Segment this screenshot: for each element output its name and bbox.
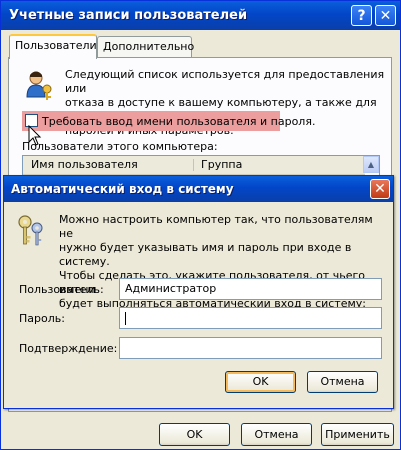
tab-users[interactable]: Пользователи [9, 34, 97, 59]
confirm-password-field[interactable] [119, 337, 382, 359]
dialog-close-button[interactable]: ✕ [370, 179, 390, 199]
dialog-title: Автоматический вход в систему [11, 182, 234, 196]
dialog-cancel-button[interactable]: Отмена [307, 371, 378, 393]
password-field[interactable] [119, 307, 382, 329]
users-list-header: Имя пользователя Группа [23, 156, 365, 175]
close-button[interactable]: ✕ [375, 5, 396, 26]
auto-logon-dialog: Автоматический вход в систему ✕ Можно на… [3, 175, 394, 409]
text-caret [125, 311, 126, 325]
scroll-up-arrow-icon[interactable]: ▲ [363, 156, 379, 173]
dialog-titlebar[interactable]: Автоматический вход в систему ✕ [4, 176, 393, 202]
password-label: Пароль: [19, 312, 65, 325]
users-icon [26, 71, 52, 100]
column-group[interactable]: Группа [201, 158, 242, 171]
column-divider [193, 159, 194, 171]
user-name-field[interactable]: Администратор [119, 278, 382, 300]
require-password-label[interactable]: Требовать ввод имени пользователя и паро… [42, 115, 315, 128]
dialog-ok-button[interactable]: OK [225, 371, 296, 393]
tab-advanced[interactable]: Дополнительно [97, 36, 194, 57]
window-title: Учетные записи пользователей [9, 8, 248, 23]
window-titlebar[interactable]: Учетные записи пользователей ? ✕ [1, 1, 400, 30]
help-button[interactable]: ? [351, 5, 372, 26]
column-username[interactable]: Имя пользователя [31, 158, 138, 171]
user-label: Пользователь: [19, 283, 104, 296]
apply-button[interactable]: Применить [321, 423, 394, 446]
ok-button[interactable]: OK [159, 423, 230, 446]
cancel-button[interactable]: Отмена [241, 423, 312, 446]
confirm-label: Подтверждение: [19, 342, 118, 355]
users-list-label: Пользователи этого компьютера: [22, 140, 218, 153]
keys-icon [18, 215, 43, 246]
